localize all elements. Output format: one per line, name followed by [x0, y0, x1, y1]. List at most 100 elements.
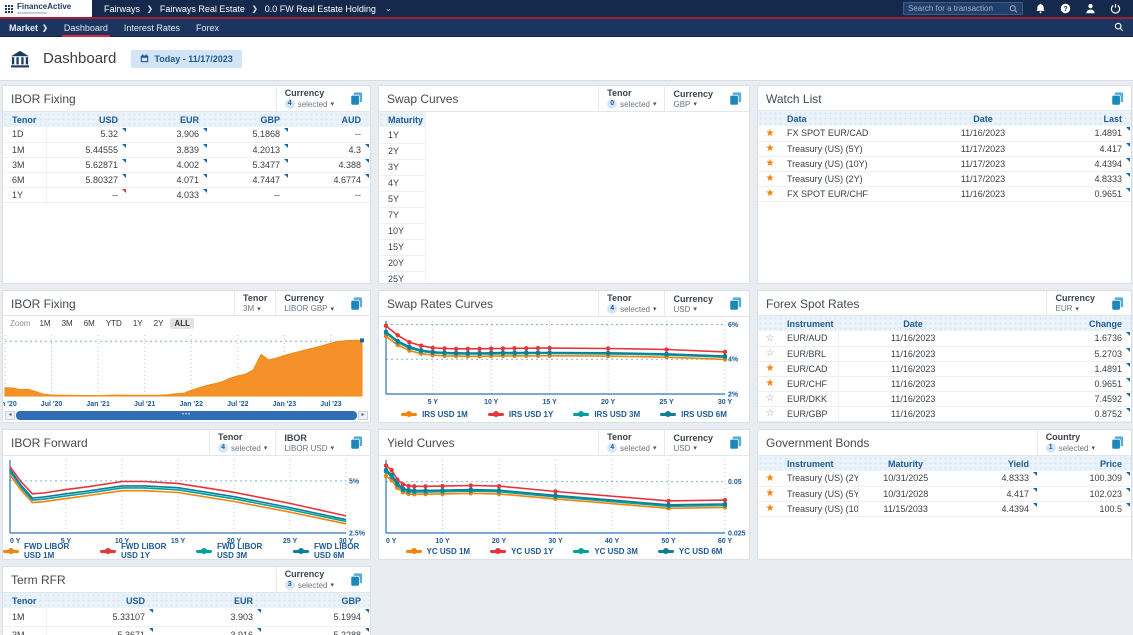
- star-outline-icon[interactable]: ☆: [766, 333, 775, 344]
- legend-item[interactable]: IRS USD 3M: [573, 410, 640, 419]
- legend-item[interactable]: FWD LIBOR USD 3M: [196, 542, 273, 560]
- zoom-range-button-1m[interactable]: 1M: [35, 318, 54, 329]
- star-filled-icon[interactable]: ★: [766, 158, 775, 169]
- legend-swatch: [406, 550, 422, 553]
- star-outline-icon[interactable]: ☆: [766, 393, 775, 404]
- star-filled-icon[interactable]: ★: [766, 128, 775, 139]
- help-icon[interactable]: ?: [1060, 3, 1071, 14]
- zoom-range-button-3m[interactable]: 3M: [58, 318, 77, 329]
- tenor-filter-dropdown[interactable]: Tenor0selected▾: [598, 86, 664, 111]
- copy-panel-button[interactable]: [1103, 430, 1131, 455]
- star-filled-icon[interactable]: ★: [766, 378, 775, 389]
- svg-text:15 Y: 15 Y: [543, 399, 558, 406]
- zoom-range-button-ytd[interactable]: YTD: [102, 318, 126, 329]
- instrument-cell: EUR/BRL: [778, 346, 838, 361]
- copy-panel-button[interactable]: [721, 291, 749, 316]
- app-logo[interactable]: FinanceActive: [0, 0, 92, 17]
- search-icon[interactable]: [1009, 4, 1018, 14]
- filter-label: Tenor: [243, 293, 267, 303]
- star-filled-icon[interactable]: ★: [766, 488, 775, 499]
- legend-item[interactable]: FWD LIBOR USD 1M: [3, 542, 80, 560]
- column-header-date: Date: [838, 316, 988, 331]
- rate-value-cell: --: [289, 127, 370, 142]
- tenor-filter-dropdown[interactable]: Tenor4selected▾: [598, 430, 664, 455]
- currency-filter-dropdown[interactable]: CurrencyUSD▾: [664, 291, 721, 316]
- navigator-left-arrow[interactable]: ◂: [5, 411, 15, 420]
- copy-panel-button[interactable]: [1103, 291, 1131, 315]
- breadcrumb-item[interactable]: Fairways: [104, 4, 140, 14]
- list-table: InstrumentMaturityYieldPrice★Treasury (U…: [758, 456, 1131, 517]
- legend-item[interactable]: IRS USD 6M: [660, 410, 727, 419]
- copy-panel-button[interactable]: [721, 86, 749, 111]
- date-selector-chip[interactable]: Today - 11/17/2023: [131, 50, 241, 68]
- tenor-filter-dropdown[interactable]: Tenor4selected▾: [209, 430, 275, 455]
- copy-panel-button[interactable]: [342, 291, 370, 315]
- filter-value: EUR▾: [1055, 304, 1095, 313]
- chart-navigator-scrollbar[interactable]: ◂•••▸: [5, 410, 368, 420]
- star-filled-icon[interactable]: ★: [766, 363, 775, 374]
- tenor-filter-dropdown[interactable]: Tenor4selected▾: [598, 291, 664, 316]
- copy-panel-button[interactable]: [721, 430, 749, 455]
- currency-filter-dropdown[interactable]: Currency3selected▾: [276, 567, 342, 592]
- star-outline-icon[interactable]: ☆: [766, 408, 775, 419]
- legend-item[interactable]: FWD LIBOR USD 1Y: [100, 542, 176, 560]
- star-filled-icon[interactable]: ★: [766, 188, 775, 199]
- nav-search-icon[interactable]: [1114, 19, 1124, 37]
- copy-panel-button[interactable]: [342, 86, 370, 111]
- copy-panel-button[interactable]: [1103, 86, 1131, 110]
- currency-filter-dropdown[interactable]: CurrencyEUR▾: [1046, 291, 1103, 315]
- legend-item[interactable]: IRS USD 1M: [401, 410, 468, 419]
- country-filter-dropdown[interactable]: Country1selected▾: [1037, 430, 1103, 455]
- navigator-handle[interactable]: •••: [16, 411, 357, 420]
- legend-item[interactable]: IRS USD 1Y: [488, 410, 553, 419]
- tenor-filter-dropdown[interactable]: Tenor3M▾: [234, 291, 275, 315]
- navigator-right-arrow[interactable]: ▸: [358, 411, 368, 420]
- selected-count-badge: 4: [218, 443, 228, 453]
- chevron-down-icon: ▾: [330, 444, 334, 452]
- star-filled-icon[interactable]: ★: [766, 503, 775, 514]
- page-title: Dashboard: [43, 50, 116, 67]
- star-filled-icon[interactable]: ★: [766, 473, 775, 484]
- table-row: 25Y: [379, 271, 426, 284]
- legend-item[interactable]: YC USD 1M: [406, 547, 471, 556]
- filter-value: 3selected▾: [285, 580, 334, 590]
- account-user-icon[interactable]: [1085, 3, 1096, 14]
- zoom-range-button-6m[interactable]: 6M: [80, 318, 99, 329]
- currency-filter-dropdown[interactable]: CurrencyGBP▾: [664, 86, 721, 111]
- transaction-search-input[interactable]: [908, 4, 1009, 13]
- legend-item[interactable]: FWD LIBOR USD 6M: [293, 542, 370, 560]
- currency-filter-dropdown[interactable]: CurrencyUSD▾: [664, 430, 721, 455]
- app-grid-icon[interactable]: [5, 5, 13, 13]
- table-header-row: TenorUSDEURGBP: [3, 593, 370, 608]
- nav-item-market[interactable]: Market❯: [9, 19, 48, 37]
- breadcrumb-separator-icon: ❯: [252, 5, 258, 13]
- breadcrumb-item[interactable]: 0.0 FW Real Estate Holding: [265, 4, 376, 14]
- zoom-range-button-2y[interactable]: 2Y: [150, 318, 168, 329]
- table-row: 1M5.331073.9035.1994: [3, 608, 370, 626]
- rate-value-cell: 3.903: [154, 608, 262, 626]
- zoom-range-button-all[interactable]: ALL: [170, 318, 194, 329]
- currency-filter-dropdown[interactable]: Currency4selected▾: [276, 86, 342, 111]
- star-filled-icon[interactable]: ★: [766, 173, 775, 184]
- legend-item[interactable]: YC USD 3M: [573, 547, 638, 556]
- legend-swatch: [490, 550, 506, 553]
- legend-item[interactable]: YC USD 6M: [658, 547, 723, 556]
- copy-panel-button[interactable]: [342, 567, 370, 592]
- legend-swatch: [573, 550, 589, 553]
- zoom-range-button-1y[interactable]: 1Y: [129, 318, 147, 329]
- star-filled-icon[interactable]: ★: [766, 143, 775, 154]
- nav-item-dashboard[interactable]: Dashboard: [64, 19, 108, 37]
- nav-item-forex[interactable]: Forex: [196, 19, 219, 37]
- ibor-filter-dropdown[interactable]: IBORLIBOR USD▾: [275, 430, 342, 455]
- star-outline-icon[interactable]: ☆: [766, 348, 775, 359]
- legend-item[interactable]: YC USD 1Y: [490, 547, 553, 556]
- copy-panel-button[interactable]: [342, 430, 370, 455]
- logout-power-icon[interactable]: [1110, 3, 1121, 14]
- notifications-bell-icon[interactable]: [1035, 3, 1046, 14]
- breadcrumb-caret-icon[interactable]: ⌄: [385, 4, 392, 13]
- transaction-search[interactable]: [903, 2, 1023, 15]
- nav-item-interest-rates[interactable]: Interest Rates: [124, 19, 180, 37]
- filter-label: Currency: [1055, 293, 1095, 303]
- currency-filter-dropdown[interactable]: CurrencyLIBOR GBP▾: [275, 291, 342, 315]
- breadcrumb-item[interactable]: Fairways Real Estate: [160, 4, 245, 14]
